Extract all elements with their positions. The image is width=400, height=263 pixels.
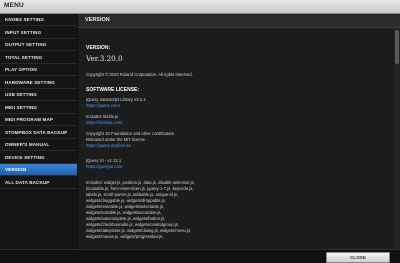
sidebar-item-label: ALL DATA BACKUP: [5, 179, 50, 185]
includes-line: widgets/autocomplete.js, widgets/button.…: [86, 216, 166, 221]
content-scrollbar[interactable]: [394, 28, 400, 249]
sidebar-item-knobs-setting[interactable]: KNOBS SETTING: [0, 14, 77, 26]
foundation-line-2: Released under the MIT license: [86, 137, 146, 142]
jquery-line: jQuery JavaScript Library v3.4.1: [86, 97, 146, 102]
sidebar-item-label: HARDWARE SETTING: [5, 79, 55, 85]
jquery-link[interactable]: https://jquery.com/: [86, 103, 120, 108]
close-button[interactable]: CLOSE: [326, 252, 390, 263]
copyright-text: Copyright © 2023 Roland Corporation. All…: [86, 72, 193, 77]
license-link[interactable]: https://jquery.org/license: [86, 143, 131, 148]
sidebar-item-hardware-setting[interactable]: HARDWARE SETTING: [0, 77, 77, 89]
includes-line: Includes: widget.js, position.js, data.j…: [86, 180, 195, 185]
content-header: VERSION: [78, 14, 400, 28]
sidebar-item-label: KNOBS SETTING: [5, 17, 45, 22]
sidebar-item-version[interactable]: VERSION: [0, 164, 77, 176]
version-label: VERSION:: [86, 45, 111, 51]
includes-line: widgets/mouse.js, widgets/progressbar.js…: [86, 234, 164, 239]
includes-line: widgets/resizable.js, widgets/selectable…: [86, 204, 165, 209]
sidebar-item-label: TOTAL SETTING: [5, 54, 43, 60]
sidebar-item-label: MIDI PROGRAM MAP: [5, 117, 54, 122]
sidebar-item-owners-manual[interactable]: OWNER'S MANUAL: [0, 139, 77, 151]
app-window: MENU KNOBS SETTING INPUT SETTING OUTPUT …: [0, 0, 400, 263]
sizzle-line: Includes Sizzle.js: [86, 114, 119, 119]
foundation-line-1: Copyright JS Foundation and other contri…: [86, 131, 174, 136]
sidebar-item-total-setting[interactable]: TOTAL SETTING: [0, 52, 77, 64]
sidebar: KNOBS SETTING INPUT SETTING OUTPUT SETTI…: [0, 14, 78, 249]
sidebar-item-all-data-backup[interactable]: ALL DATA BACKUP: [0, 177, 77, 189]
version-value: Ver.3.20.0: [86, 54, 123, 63]
software-license-label: SOFTWARE LICENSE:: [86, 87, 140, 93]
includes-line: widgets/checkboxradio.js, widgets/contro…: [86, 222, 179, 227]
sidebar-item-midi-setting[interactable]: MIDI SETTING: [0, 102, 77, 114]
includes-line: widgets/draggable.js, widgets/droppable.…: [86, 198, 166, 203]
menu-bar: MENU: [0, 0, 400, 14]
sidebar-item-output-setting[interactable]: OUTPUT SETTING: [0, 39, 77, 51]
sidebar-item-midi-program-map[interactable]: MIDI PROGRAM MAP: [0, 114, 77, 126]
includes-line: focusable.js, form-reset-mixin.js, jquer…: [86, 186, 194, 191]
includes-line: widgets/datepicker.js, widgets/dialog.js…: [86, 228, 192, 233]
sizzle-link[interactable]: https://sizzlejs.com/: [86, 120, 122, 125]
sidebar-item-label: DEVICE SETTING: [5, 154, 45, 160]
sidebar-item-label: OWNER'S MANUAL: [5, 142, 50, 147]
jqueryui-link[interactable]: https://jqueryui.com: [86, 164, 122, 169]
sidebar-item-label: PLAY OPTION: [5, 67, 37, 72]
sidebar-item-label: INPUT SETTING: [5, 29, 42, 35]
sidebar-item-play-option[interactable]: PLAY OPTION: [0, 64, 77, 76]
jqueryui-line: jQuery UI - v1.12.1: [86, 158, 122, 163]
menu-title: MENU: [4, 2, 24, 9]
close-button-label: CLOSE: [350, 254, 366, 260]
sidebar-item-label: USB SETTING: [5, 92, 37, 97]
sidebar-item-input-setting[interactable]: INPUT SETTING: [0, 27, 77, 39]
sidebar-item-label: STOMPBOX DATA BACKUP: [5, 129, 68, 135]
sidebar-item-stompbox-data-backup[interactable]: STOMPBOX DATA BACKUP: [0, 127, 77, 139]
version-content: VERSION: Ver.3.20.0 Copyright © 2023 Rol…: [78, 28, 392, 249]
sidebar-item-label: MIDI SETTING: [5, 104, 38, 110]
scrollbar-thumb[interactable]: [395, 30, 399, 64]
bottom-bar: CLOSE: [0, 249, 400, 263]
sidebar-item-label: VERSION: [5, 167, 27, 172]
page-title: VERSION: [85, 17, 110, 23]
includes-line: widgets/sortable.js, widgets/accordion.j…: [86, 210, 162, 215]
sidebar-item-usb-setting[interactable]: USB SETTING: [0, 89, 77, 101]
sidebar-item-device-setting[interactable]: DEVICE SETTING: [0, 152, 77, 164]
sidebar-item-label: OUTPUT SETTING: [5, 42, 47, 47]
includes-line: labels.js, scroll-parent.js, tabbable.js…: [86, 192, 179, 197]
